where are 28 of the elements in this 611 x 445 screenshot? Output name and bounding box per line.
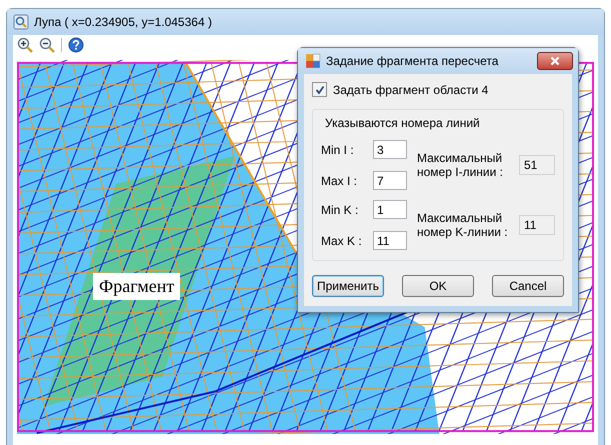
zoom-in-icon[interactable] xyxy=(17,37,33,53)
dialog-title: Задание фрагмента пересчета xyxy=(326,54,500,68)
checkbox-label: Задать фрагмент области 4 xyxy=(333,82,488,96)
dialog-button[interactable]: Применить xyxy=(312,275,384,297)
window-icon xyxy=(305,53,321,69)
field-label: Min I : xyxy=(321,142,355,156)
number-field[interactable]: 7 xyxy=(373,171,407,190)
readout-label: Максимальный номер K-линии : xyxy=(417,211,509,239)
readonly-field: 51 xyxy=(519,155,555,175)
readout-label: Максимальный номер I-линии : xyxy=(417,151,504,179)
help-icon[interactable] xyxy=(68,37,84,53)
fragment-label: Фрагмент xyxy=(93,273,180,300)
magnifier-icon xyxy=(13,14,29,30)
dialog-button[interactable]: OK xyxy=(402,275,474,297)
group-title: Указываются номера линий xyxy=(325,116,481,130)
number-field[interactable]: 1 xyxy=(373,200,407,219)
zoom-out-icon[interactable] xyxy=(39,37,55,53)
readonly-field: 11 xyxy=(519,215,555,235)
field-label: Max K : xyxy=(321,234,363,248)
checkbox[interactable] xyxy=(312,82,327,97)
field-label: Max I : xyxy=(321,174,358,188)
window-title: Лупа ( x=0.234905, y=1.045364 ) xyxy=(34,15,212,29)
dialog-button[interactable]: Cancel xyxy=(492,275,564,297)
number-field[interactable]: 11 xyxy=(373,231,407,250)
close-button[interactable] xyxy=(537,52,573,70)
field-label: Min K : xyxy=(321,202,360,216)
close-icon xyxy=(550,56,560,66)
number-field[interactable]: 3 xyxy=(373,140,407,159)
